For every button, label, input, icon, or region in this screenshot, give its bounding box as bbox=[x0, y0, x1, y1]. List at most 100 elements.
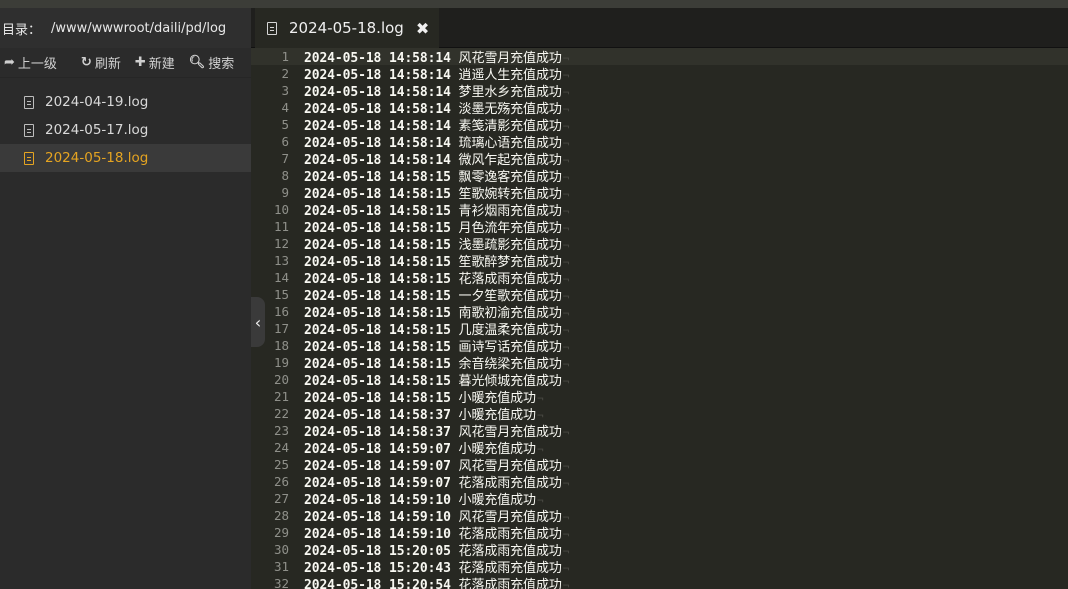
line-number: 1 bbox=[281, 49, 289, 64]
file-icon bbox=[267, 21, 277, 35]
directory-label: 目录： bbox=[2, 22, 42, 38]
editor-line[interactable]: 13 2024-05-18 14:58:15 笙歌醉梦充值成功¬ bbox=[251, 252, 1068, 270]
new-label: 新建 bbox=[148, 57, 175, 72]
line-number: 21 bbox=[273, 389, 289, 404]
editor-line[interactable]: 22 2024-05-18 14:58:37 小暖充值成功¬ bbox=[251, 405, 1068, 423]
file-name: 2024-04-19.log bbox=[45, 94, 149, 110]
line-number: 29 bbox=[273, 525, 289, 540]
editor-line[interactable]: 23 2024-05-18 14:58:37 风花雪月充值成功¬ bbox=[251, 422, 1068, 440]
line-number: 10 bbox=[273, 202, 289, 217]
editor-line[interactable]: 5 2024-05-18 14:58:14 素笺清影充值成功¬ bbox=[251, 116, 1068, 134]
end-of-line-marker: ¬ bbox=[562, 426, 570, 439]
search-button[interactable]: 🔍︎ 搜索 bbox=[189, 53, 235, 72]
share-arrow-icon: ➦ bbox=[4, 55, 15, 70]
line-number: 8 bbox=[281, 168, 289, 183]
line-number: 26 bbox=[273, 474, 289, 489]
line-number: 28 bbox=[273, 508, 289, 523]
line-number: 3 bbox=[281, 83, 289, 98]
line-number: 19 bbox=[273, 355, 289, 370]
editor-line[interactable]: 24 2024-05-18 14:59:07 小暖充值成功¬ bbox=[251, 439, 1068, 457]
end-of-line-marker: ¬ bbox=[562, 477, 570, 490]
line-number: 31 bbox=[273, 559, 289, 574]
line-number: 23 bbox=[273, 423, 289, 438]
line-number: 22 bbox=[273, 406, 289, 421]
editor-line[interactable]: 26 2024-05-18 14:59:07 花落成雨充值成功¬ bbox=[251, 473, 1068, 491]
tab-title: 2024-05-18.log bbox=[289, 19, 404, 37]
editor-line[interactable]: 31 2024-05-18 15:20:43 花落成雨充值成功¬ bbox=[251, 558, 1068, 576]
editor-line[interactable]: 1 2024-05-18 14:58:14 风花雪月充值成功¬ bbox=[251, 48, 1068, 66]
close-icon[interactable]: ✖ bbox=[416, 19, 429, 38]
line-text: 2024-05-18 15:20:54 花落成雨充值成功¬ bbox=[304, 574, 569, 589]
editor-line[interactable]: 29 2024-05-18 14:59:10 花落成雨充值成功¬ bbox=[251, 524, 1068, 542]
sidebar-toolbar: ➦ 上一级 ↻ 刷新 ✚ 新建 🔍︎ 搜索 bbox=[0, 48, 251, 78]
directory-bar: 目录： /www/wwwroot/daili/pd/log bbox=[0, 8, 251, 48]
file-sidebar: 目录： /www/wwwroot/daili/pd/log ➦ 上一级 ↻ 刷新… bbox=[0, 8, 251, 589]
collapse-sidebar-handle[interactable]: ‹ bbox=[251, 297, 265, 347]
file-icon bbox=[24, 95, 34, 109]
tab-bar: 2024-05-18.log ✖ bbox=[251, 8, 1068, 48]
end-of-line-marker: ¬ bbox=[562, 375, 570, 388]
directory-path[interactable]: /www/wwwroot/daili/pd/log bbox=[51, 21, 226, 36]
line-number: 25 bbox=[273, 457, 289, 472]
editor-line[interactable]: 10 2024-05-18 14:58:15 青衫烟雨充值成功¬ bbox=[251, 201, 1068, 219]
editor-line[interactable]: 16 2024-05-18 14:58:15 南歌初渝充值成功¬ bbox=[251, 303, 1068, 321]
editor-line[interactable]: 8 2024-05-18 14:58:15 飘零逸客充值成功¬ bbox=[251, 167, 1068, 185]
tab-active-file[interactable]: 2024-05-18.log ✖ bbox=[255, 8, 439, 48]
line-number: 32 bbox=[273, 576, 289, 589]
log-message: 花落成雨充值成功 bbox=[458, 578, 562, 589]
editor-line[interactable]: 15 2024-05-18 14:58:15 一夕笙歌充值成功¬ bbox=[251, 286, 1068, 304]
line-number: 14 bbox=[273, 270, 289, 285]
file-item[interactable]: 2024-04-19.log bbox=[0, 88, 251, 116]
line-number: 24 bbox=[273, 440, 289, 455]
file-item-active[interactable]: 2024-05-18.log bbox=[0, 144, 251, 172]
editor-lines: 1 2024-05-18 14:58:14 风花雪月充值成功¬ 2 2024-05-1… bbox=[251, 48, 1068, 589]
editor-line[interactable]: 4 2024-05-18 14:58:14 淡墨无殇充值成功¬ bbox=[251, 99, 1068, 117]
editor-line[interactable]: 20 2024-05-18 14:58:15 暮光倾城充值成功¬ bbox=[251, 371, 1068, 389]
editor-line[interactable]: 2 2024-05-18 14:58:14 逍遥人生充值成功¬ bbox=[251, 65, 1068, 83]
plus-icon: ✚ bbox=[134, 55, 146, 70]
editor-line[interactable]: 27 2024-05-18 14:59:10 小暖充值成功¬ bbox=[251, 490, 1068, 508]
editor-line[interactable]: 6 2024-05-18 14:58:14 琉璃心语充值成功¬ bbox=[251, 133, 1068, 151]
new-button[interactable]: ✚ 新建 bbox=[135, 53, 175, 72]
editor-line[interactable]: 12 2024-05-18 14:58:15 浅墨疏影充值成功¬ bbox=[251, 235, 1068, 253]
editor-line[interactable]: 17 2024-05-18 14:58:15 几度温柔充值成功¬ bbox=[251, 320, 1068, 338]
window-top-strip bbox=[0, 0, 1068, 8]
refresh-button[interactable]: ↻ 刷新 bbox=[81, 53, 121, 72]
file-icon bbox=[24, 151, 34, 165]
search-icon: 🔍︎ bbox=[188, 55, 206, 70]
editor-line[interactable]: 32 2024-05-18 15:20:54 花落成雨充值成功¬ bbox=[251, 575, 1068, 589]
search-label: 搜索 bbox=[208, 57, 235, 72]
editor-line[interactable]: 30 2024-05-18 15:20:05 花落成雨充值成功¬ bbox=[251, 541, 1068, 559]
editor-line[interactable]: 28 2024-05-18 14:59:10 风花雪月充值成功¬ bbox=[251, 507, 1068, 525]
editor-line[interactable]: 11 2024-05-18 14:58:15 月色流年充值成功¬ bbox=[251, 218, 1068, 236]
editor-line[interactable]: 7 2024-05-18 14:58:14 微风乍起充值成功¬ bbox=[251, 150, 1068, 168]
line-number: 5 bbox=[281, 117, 289, 132]
editor-line[interactable]: 25 2024-05-18 14:59:07 风花雪月充值成功¬ bbox=[251, 456, 1068, 474]
end-of-line-marker: ¬ bbox=[562, 579, 570, 589]
up-level-label: 上一级 bbox=[17, 57, 57, 72]
line-number: 20 bbox=[273, 372, 289, 387]
line-number: 7 bbox=[281, 151, 289, 166]
line-number: 13 bbox=[273, 253, 289, 268]
editor-line[interactable]: 18 2024-05-18 14:58:15 画诗写话充值成功¬ bbox=[251, 337, 1068, 355]
file-item[interactable]: 2024-05-17.log bbox=[0, 116, 251, 144]
line-number: 11 bbox=[273, 219, 289, 234]
editor-line[interactable]: 14 2024-05-18 14:58:15 花落成雨充值成功¬ bbox=[251, 269, 1068, 287]
up-level-button[interactable]: ➦ 上一级 bbox=[4, 53, 57, 72]
line-number: 12 bbox=[273, 236, 289, 251]
file-name: 2024-05-17.log bbox=[45, 122, 149, 138]
chevron-left-icon: ‹ bbox=[254, 312, 262, 332]
editor-line[interactable]: 3 2024-05-18 14:58:14 梦里水乡充值成功¬ bbox=[251, 82, 1068, 100]
editor-line[interactable]: 9 2024-05-18 14:58:15 笙歌婉转充值成功¬ bbox=[251, 184, 1068, 202]
file-icon bbox=[24, 123, 34, 137]
file-name: 2024-05-18.log bbox=[45, 150, 149, 166]
line-number: 9 bbox=[281, 185, 289, 200]
line-number: 6 bbox=[281, 134, 289, 149]
editor-line[interactable]: 19 2024-05-18 14:58:15 余音绕梁充值成功¬ bbox=[251, 354, 1068, 372]
editor-line[interactable]: 21 2024-05-18 14:58:15 小暖充值成功¬ bbox=[251, 388, 1068, 406]
log-timestamp: 2024-05-18 15:20:54 bbox=[304, 578, 459, 589]
line-number: 4 bbox=[281, 100, 289, 115]
code-editor[interactable]: 1 2024-05-18 14:58:14 风花雪月充值成功¬ 2 2024-05-1… bbox=[251, 48, 1068, 589]
refresh-icon: ↻ bbox=[80, 55, 92, 70]
file-list: 2024-04-19.log 2024-05-17.log 2024-05-18… bbox=[0, 88, 251, 172]
